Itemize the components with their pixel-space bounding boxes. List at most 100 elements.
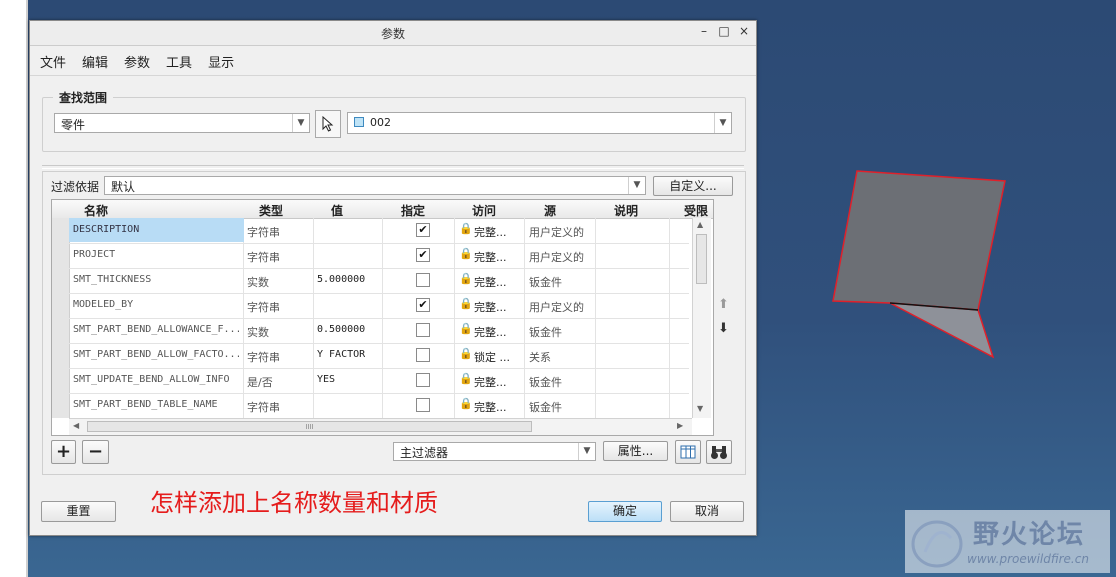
column-header-source[interactable]: 源 (544, 202, 556, 219)
customize-button[interactable]: 自定义... (653, 176, 733, 196)
param-source-cell[interactable]: 钣金件 (529, 399, 593, 415)
watermark-flame-logo-icon (911, 520, 963, 568)
close-button[interactable]: × (738, 24, 750, 38)
scope-object-select[interactable]: 002 ▼ (347, 112, 732, 134)
select-object-button[interactable] (315, 110, 341, 138)
param-source-cell[interactable]: 关系 (529, 349, 593, 365)
add-parameter-button[interactable]: + (51, 440, 76, 464)
param-access-cell[interactable]: 完整... (474, 249, 526, 265)
param-source-cell[interactable]: 用户定义的 (529, 224, 593, 240)
designated-checkbox[interactable] (416, 398, 430, 412)
scroll-down-arrow-icon[interactable]: ▼ (697, 404, 703, 413)
watermark-title: 野火论坛 (973, 520, 1086, 550)
param-access-cell[interactable]: 完整... (474, 299, 526, 315)
filter-label: 过滤依据 (51, 180, 100, 194)
param-type-cell[interactable]: 实数 (247, 324, 269, 340)
menu-file[interactable]: 文件 (40, 46, 74, 74)
column-header-value[interactable]: 值 (331, 202, 343, 219)
param-type-cell[interactable]: 是/否 (247, 374, 273, 390)
param-name-cell[interactable]: SMT_PART_BEND_TABLE_NAME (73, 399, 239, 410)
param-source-cell[interactable]: 钣金件 (529, 274, 593, 290)
designated-checkbox[interactable] (416, 273, 430, 287)
chevron-down-icon: ▼ (578, 443, 595, 460)
param-type-cell[interactable]: 字符串 (247, 299, 280, 315)
scroll-left-arrow-icon[interactable]: ◀ (73, 421, 79, 430)
properties-button[interactable]: 属性... (603, 441, 668, 461)
param-type-cell[interactable]: 字符串 (247, 399, 280, 415)
param-value-cell[interactable]: YES (317, 374, 335, 385)
designated-checkbox[interactable] (416, 323, 430, 337)
menu-tools[interactable]: 工具 (166, 46, 200, 74)
menu-parameters[interactable]: 参数 (124, 46, 158, 74)
param-source-cell[interactable]: 钣金件 (529, 374, 593, 390)
param-access-cell[interactable]: 完整... (474, 374, 526, 390)
param-source-cell[interactable]: 用户定义的 (529, 249, 593, 265)
table-row[interactable]: DESCRIPTION 字符串 ✔ 🔒 完整... 用户定义的 (69, 218, 689, 244)
column-header-access[interactable]: 访问 (472, 202, 496, 219)
param-type-cell[interactable]: 字符串 (247, 349, 280, 365)
param-type-cell[interactable]: 字符串 (247, 224, 280, 240)
vertical-scrollbar[interactable]: ▲ ▼ (692, 218, 711, 418)
scope-type-select[interactable]: 零件 ▼ (54, 113, 310, 133)
designated-checkbox[interactable]: ✔ (416, 223, 430, 237)
lock-icon: 🔒 (459, 397, 473, 410)
move-down-arrow-icon[interactable]: ⬇ (718, 321, 729, 336)
scroll-up-arrow-icon[interactable]: ▲ (697, 220, 703, 229)
designated-checkbox[interactable] (416, 373, 430, 387)
param-access-cell[interactable]: 完整... (474, 399, 526, 415)
param-name-cell[interactable]: SMT_PART_BEND_ALLOWANCE_F... (73, 324, 239, 335)
table-grid-icon (680, 445, 696, 459)
ok-button[interactable]: 确定 (588, 501, 662, 522)
designated-checkbox[interactable]: ✔ (416, 298, 430, 312)
dialog-titlebar[interactable]: 参数 – □ × (30, 21, 756, 46)
remove-parameter-button[interactable]: − (82, 440, 109, 464)
maximize-button[interactable]: □ (718, 24, 730, 38)
reset-button[interactable]: 重置 (41, 501, 116, 522)
table-row[interactable]: SMT_THICKNESS 实数 5.000000 🔒 完整... 钣金件 (69, 268, 689, 294)
param-name-cell[interactable]: SMT_THICKNESS (73, 274, 239, 285)
param-access-cell[interactable]: 完整... (474, 324, 526, 340)
table-row[interactable]: SMT_PART_BEND_ALLOWANCE_F... 实数 0.500000 🔒 完… (69, 318, 689, 344)
param-name-cell[interactable]: SMT_UPDATE_BEND_ALLOW_INFO (73, 374, 239, 385)
designated-checkbox[interactable]: ✔ (416, 248, 430, 262)
table-row[interactable]: SMT_PART_BEND_ALLOW_FACTO... 字符串 Y FACTOR 🔒… (69, 343, 689, 369)
param-value-cell[interactable]: Y FACTOR (317, 349, 365, 360)
param-access-cell[interactable]: 锁定 ... (474, 349, 526, 365)
vertical-scroll-thumb[interactable] (696, 234, 707, 284)
filter-select[interactable]: 默认 ▼ (104, 176, 646, 195)
cancel-button[interactable]: 取消 (670, 501, 744, 522)
move-up-arrow-icon[interactable]: ⬆ (718, 297, 729, 312)
param-value-cell[interactable]: 5.000000 (317, 274, 365, 285)
designated-checkbox[interactable] (416, 348, 430, 362)
scroll-right-arrow-icon[interactable]: ▶ (677, 421, 683, 430)
param-name-cell[interactable]: PROJECT (73, 249, 239, 260)
chevron-down-icon: ▼ (714, 113, 731, 133)
param-access-cell[interactable]: 完整... (474, 274, 526, 290)
menu-edit[interactable]: 编辑 (82, 46, 116, 74)
table-row[interactable]: SMT_UPDATE_BEND_ALLOW_INFO 是/否 YES 🔒 完整... 钣金… (69, 368, 689, 394)
param-type-cell[interactable]: 字符串 (247, 249, 280, 265)
table-row[interactable]: PROJECT 字符串 ✔ 🔒 完整... 用户定义的 (69, 243, 689, 269)
search-binoculars-button[interactable] (706, 440, 732, 464)
param-type-cell[interactable]: 实数 (247, 274, 269, 290)
menu-display[interactable]: 显示 (208, 46, 242, 74)
table-row[interactable]: SMT_PART_BEND_TABLE_NAME 字符串 🔒 完整... 钣金件 (69, 393, 689, 419)
table-layout-button[interactable] (675, 440, 701, 464)
param-name-cell[interactable]: MODELED_BY (73, 299, 239, 310)
param-name-cell[interactable]: SMT_PART_BEND_ALLOW_FACTO... (73, 349, 239, 360)
main-filter-select[interactable]: 主过滤器 ▼ (393, 442, 596, 461)
param-access-cell[interactable]: 完整... (474, 224, 526, 240)
column-header-name[interactable]: 名称 (84, 202, 108, 219)
param-name-cell[interactable]: DESCRIPTION (73, 224, 239, 235)
horizontal-scroll-thumb[interactable]: IIII (87, 421, 532, 432)
param-source-cell[interactable]: 用户定义的 (529, 299, 593, 315)
minimize-button[interactable]: – (698, 24, 710, 38)
horizontal-scrollbar[interactable]: ◀ IIII ▶ (69, 418, 692, 435)
column-header-restricted[interactable]: 受限 (684, 202, 708, 219)
column-header-designated[interactable]: 指定 (401, 202, 425, 219)
column-header-description[interactable]: 说明 (614, 202, 638, 219)
table-row[interactable]: MODELED_BY 字符串 ✔ 🔒 完整... 用户定义的 (69, 293, 689, 319)
param-value-cell[interactable]: 0.500000 (317, 324, 365, 335)
param-source-cell[interactable]: 钣金件 (529, 324, 593, 340)
column-header-type[interactable]: 类型 (259, 202, 283, 219)
